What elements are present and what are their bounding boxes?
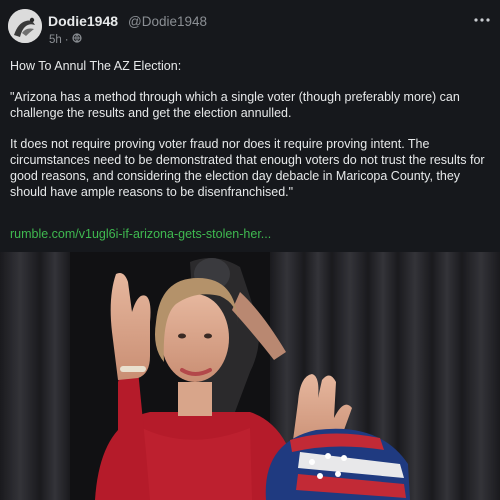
meta-separator: · <box>64 33 69 46</box>
post-link[interactable]: rumble.com/v1ugl6i-if-arizona-gets-stole… <box>10 227 271 241</box>
globe-icon <box>72 33 82 46</box>
more-options-icon[interactable] <box>474 10 490 27</box>
post-meta: 5h · <box>49 33 82 46</box>
post-body: How To Annul The AZ Election: "Arizona h… <box>10 58 490 215</box>
post-time[interactable]: 5h <box>49 34 62 46</box>
post-paragraph: It does not require proving voter fraud … <box>10 137 485 199</box>
post-image[interactable] <box>0 252 500 500</box>
author-name[interactable]: Dodie1948 <box>48 13 118 29</box>
post-paragraph: How To Annul The AZ Election: <box>10 59 182 73</box>
photo-illustration <box>0 252 500 500</box>
post-paragraph: "Arizona has a method through which a si… <box>10 90 460 120</box>
post-card: Dodie1948 @Dodie1948 5h · How To Annul T… <box>0 0 500 500</box>
author-handle[interactable]: @Dodie1948 <box>128 14 207 29</box>
avatar[interactable] <box>8 9 42 43</box>
